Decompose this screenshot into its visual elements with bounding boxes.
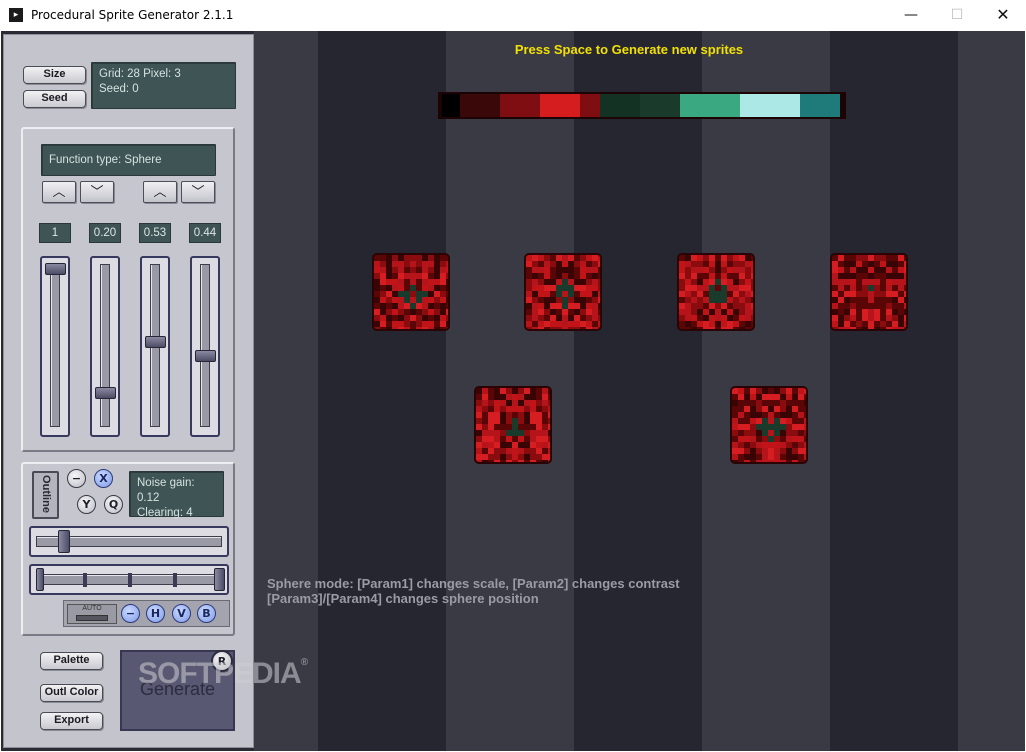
palette-swatch <box>460 94 500 117</box>
mode-hint: Sphere mode: [Param1] changes scale, [Pa… <box>267 576 680 606</box>
symmetry-minus-button[interactable]: − <box>121 604 140 623</box>
auto-toggle[interactable]: AUTO <box>67 604 117 624</box>
sprite-preview <box>524 253 602 331</box>
export-button[interactable]: Export <box>40 712 103 730</box>
range-thumb-right[interactable] <box>214 568 225 591</box>
sprite-preview <box>730 386 808 464</box>
stripe <box>574 31 702 751</box>
palette-swatch <box>680 94 740 117</box>
seed-button[interactable]: Seed <box>23 90 86 108</box>
canvas-background <box>254 31 1025 751</box>
color-palette-bar <box>438 92 846 119</box>
auto-label: AUTO <box>82 605 102 612</box>
param1-value: 1 <box>39 223 71 243</box>
noise-q-button[interactable]: Q <box>104 495 123 514</box>
maximize-button[interactable]: ☐ <box>934 0 980 31</box>
slider-tick <box>128 573 132 587</box>
palette-swatch <box>800 94 840 117</box>
sprite-preview <box>830 253 908 331</box>
range-thumb-left[interactable] <box>36 568 44 591</box>
function-params-box: Function type: Sphere ︿ ﹀ ︿ ﹀ 1 0.20 0.5… <box>21 127 235 452</box>
app-icon: ▸ <box>9 8 23 22</box>
slider-thumb[interactable] <box>57 530 70 553</box>
window-title: Procedural Sprite Generator 2.1.1 <box>31 8 234 22</box>
sprite-preview <box>677 253 755 331</box>
size-button[interactable]: Size <box>23 66 86 84</box>
param2-slider[interactable] <box>90 256 120 437</box>
palette-swatch <box>500 94 540 117</box>
param1-slider[interactable] <box>40 256 70 437</box>
palette-swatch <box>442 94 460 117</box>
grid-pixel-readout: Grid: 28 Pixel: 3 <box>99 68 181 80</box>
palette-swatch <box>640 94 680 117</box>
noise-box: Outline − X Y Q Noise gain: 0.12 Clearin… <box>21 462 235 636</box>
function-type-display: Function type: Sphere <box>41 144 216 176</box>
param2-value: 0.20 <box>89 223 121 243</box>
app-window: ▸ Procedural Sprite Generator 2.1.1 — ☐ … <box>0 0 1026 752</box>
palette-swatch <box>600 94 640 117</box>
clearing-readout: Clearing: 4 <box>137 507 193 519</box>
minimize-button[interactable]: — <box>888 0 934 31</box>
slider-thumb[interactable] <box>195 349 216 362</box>
param4-value: 0.44 <box>189 223 221 243</box>
stripe <box>830 31 958 751</box>
stripe <box>318 31 446 751</box>
symmetry-b-button[interactable]: B <box>197 604 216 623</box>
sprite-preview <box>372 253 450 331</box>
outline-label: Outline <box>40 475 52 513</box>
noise-gain-readout: Noise gain: 0.12 <box>137 477 195 504</box>
noise-minus-button[interactable]: − <box>67 469 86 488</box>
palette-swatch <box>740 94 800 117</box>
mode-hint-line-2: [Param3]/[Param4] changes sphere positio… <box>267 591 539 606</box>
close-button[interactable]: ✕ <box>980 0 1026 31</box>
noise-display: Noise gain: 0.12 Clearing: 4 <box>129 471 224 519</box>
clearing-slider[interactable] <box>29 564 229 595</box>
function-down-button-2[interactable]: ﹀ <box>181 181 215 203</box>
stripe <box>958 31 1025 751</box>
slider-tick <box>83 573 87 587</box>
slider-tick <box>173 573 177 587</box>
generate-hint: Press Space to Generate new sprites <box>514 42 744 57</box>
client-area: Press Space to Generate new sprites Sphe… <box>1 31 1025 751</box>
slider-thumb[interactable] <box>145 335 166 348</box>
size-seed-display: Grid: 28 Pixel: 3 Seed: 0 <box>91 62 236 109</box>
watermark: SOFTPEDIA® <box>138 657 308 690</box>
palette-button[interactable]: Palette <box>40 652 103 670</box>
function-down-button[interactable]: ﹀ <box>80 181 114 203</box>
palette-swatch <box>580 94 600 117</box>
mode-hint-line-1: Sphere mode: [Param1] changes scale, [Pa… <box>267 576 680 591</box>
symmetry-row: AUTO − H V B <box>63 600 230 627</box>
function-up-button-2[interactable]: ︿ <box>143 181 177 203</box>
noise-x-button[interactable]: X <box>94 469 113 488</box>
slider-thumb[interactable] <box>95 387 116 399</box>
auto-indicator <box>76 615 108 621</box>
symmetry-h-button[interactable]: H <box>146 604 165 623</box>
noise-y-button[interactable]: Y <box>77 495 96 514</box>
param3-value: 0.53 <box>139 223 171 243</box>
title-bar: ▸ Procedural Sprite Generator 2.1.1 — ☐ … <box>0 0 1026 31</box>
palette-swatch <box>540 94 580 117</box>
param4-slider[interactable] <box>190 256 220 437</box>
slider-thumb[interactable] <box>45 263 66 275</box>
control-panel: Size Seed Grid: 28 Pixel: 3 Seed: 0 Func… <box>3 34 308 748</box>
noise-gain-slider[interactable] <box>29 526 229 557</box>
function-up-button[interactable]: ︿ <box>42 181 76 203</box>
symmetry-v-button[interactable]: V <box>172 604 191 623</box>
param3-slider[interactable] <box>140 256 170 437</box>
outline-color-button[interactable]: Outl Color <box>40 684 103 702</box>
outline-toggle[interactable]: Outline <box>32 471 59 519</box>
sprite-preview <box>474 386 552 464</box>
seed-readout: Seed: 0 <box>99 83 139 95</box>
